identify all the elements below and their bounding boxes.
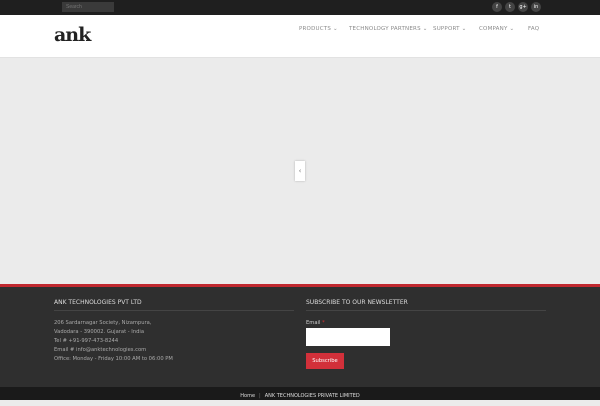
home-link[interactable]: Home <box>240 393 255 399</box>
address-line: 206 Sardarnagar Society, Nizampura, <box>54 320 152 326</box>
nav-products-label: PRODUCTS <box>299 26 332 32</box>
nav-company-label: COMPANY <box>479 26 508 32</box>
nav-technology-partners[interactable]: TECHNOLOGY PARTNERS ⌄ <box>349 26 428 32</box>
email-line: Email # info@anktechnologies.com <box>54 347 147 353</box>
search-input[interactable] <box>62 2 114 12</box>
nav-products[interactable]: PRODUCTS ⌄ <box>299 26 338 32</box>
nav-support-label: SUPPORT <box>433 26 460 32</box>
chevron-down-icon: ⌄ <box>461 26 467 32</box>
linkedin-icon[interactable]: in <box>531 2 541 12</box>
nav-company[interactable]: COMPANY ⌄ <box>479 26 514 32</box>
google-plus-icon[interactable]: g+ <box>518 2 528 12</box>
subscribe-button[interactable]: Subscribe <box>306 353 344 369</box>
newsletter-title: SUBSCRIBE TO OUR NEWSLETTER <box>306 299 408 306</box>
chevron-down-icon: ⌄ <box>422 26 428 32</box>
office-hours-line: Office: Monday - Friday 10:00 AM to 06:0… <box>54 356 173 362</box>
nav-faq-label: FAQ <box>528 26 540 32</box>
email-label-text: Email <box>306 320 321 326</box>
twitter-icon[interactable]: t <box>505 2 515 12</box>
newsletter-email-input[interactable] <box>306 328 390 346</box>
bottom-bar: Home | ANK TECHNOLOGIES PRIVATE LIMITED <box>0 387 600 400</box>
required-marker: * <box>322 320 325 326</box>
nav-support[interactable]: SUPPORT ⌄ <box>433 26 466 32</box>
address-line: Vadodara - 390002. Gujarat - India <box>54 329 145 335</box>
chevron-down-icon: ⌄ <box>332 26 338 32</box>
nav-technology-partners-label: TECHNOLOGY PARTNERS <box>349 26 421 32</box>
copyright-company: ANK TECHNOLOGIES PRIVATE LIMITED <box>264 393 360 399</box>
phone-line: Tel # +91-997-473-8244 <box>54 338 119 344</box>
email-label: Email * <box>306 320 325 326</box>
footer-divider <box>54 310 294 311</box>
facebook-icon[interactable]: f <box>492 2 502 12</box>
separator: | <box>259 393 261 399</box>
chevron-down-icon: ⌄ <box>509 26 515 32</box>
nav-faq[interactable]: FAQ <box>528 26 539 32</box>
ank-logo[interactable]: ank <box>54 24 91 46</box>
newsletter-divider <box>306 310 546 311</box>
slider-prev-arrow-icon[interactable]: ‹ <box>295 161 305 181</box>
footer-company-title: ANK TECHNOLOGIES PVT LTD <box>54 299 142 306</box>
